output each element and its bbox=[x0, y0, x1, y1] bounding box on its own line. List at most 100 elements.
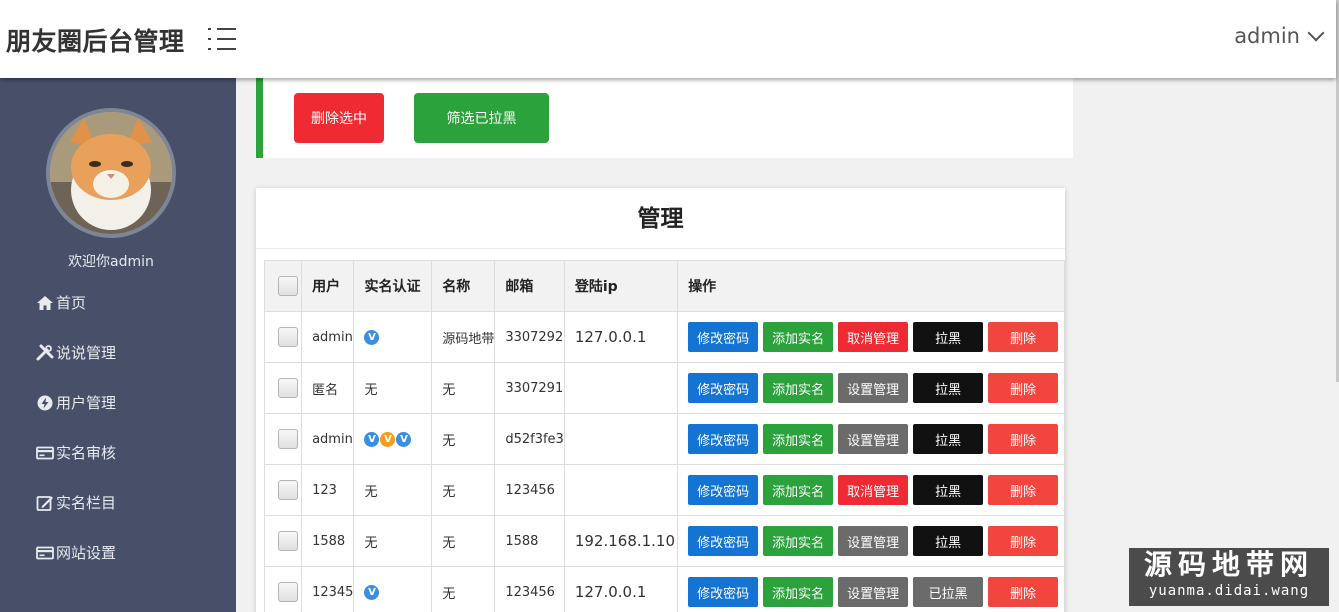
add-realname-button[interactable]: 添加实名 bbox=[763, 373, 834, 403]
admin-toggle-button[interactable]: 设置管理 bbox=[838, 424, 909, 454]
verified-badge-icon: V bbox=[380, 432, 396, 447]
tools-icon bbox=[36, 344, 54, 360]
user-cell: 1588 bbox=[301, 515, 355, 567]
cert-cell: 无 bbox=[353, 464, 433, 516]
email-cell: 123456 bbox=[494, 464, 565, 516]
row-checkbox[interactable] bbox=[278, 582, 298, 602]
menu-toggle-icon[interactable] bbox=[208, 27, 238, 51]
user-cell: admin bbox=[301, 413, 355, 465]
change-password-button[interactable]: 修改密码 bbox=[688, 373, 759, 403]
name-cell: 无 bbox=[431, 464, 496, 516]
table-header-row: 用户 实名认证 名称 邮箱 登陆ip 操作 bbox=[263, 260, 1065, 312]
cert-cell: 无 bbox=[353, 362, 433, 414]
column-header: 登陆ip bbox=[563, 260, 679, 312]
user-cell: 123 bbox=[301, 464, 355, 516]
chevron-down-icon bbox=[1307, 24, 1325, 41]
email-cell: 3307291 bbox=[494, 362, 565, 414]
select-cell bbox=[263, 311, 303, 363]
blacklist-button[interactable]: 拉黑 bbox=[913, 373, 984, 403]
change-password-button[interactable]: 修改密码 bbox=[688, 526, 759, 556]
table-row: 123 无无 123456 修改密码 添加实名 取消管理 拉黑 删除 bbox=[263, 464, 1065, 516]
column-header: 名称 bbox=[431, 260, 496, 312]
blacklist-button[interactable]: 拉黑 bbox=[913, 424, 984, 454]
ip-cell bbox=[563, 413, 679, 465]
blacklist-button[interactable]: 已拉黑 bbox=[913, 577, 984, 607]
delete-button[interactable]: 删除 bbox=[988, 373, 1059, 403]
blacklist-button[interactable]: 拉黑 bbox=[913, 475, 984, 505]
select-cell bbox=[263, 515, 303, 567]
admin-toggle-button[interactable]: 取消管理 bbox=[838, 322, 909, 352]
ip-cell: 192.168.1.10 bbox=[563, 515, 679, 567]
admin-toggle-button[interactable]: 取消管理 bbox=[838, 475, 909, 505]
delete-button[interactable]: 删除 bbox=[988, 577, 1059, 607]
cert-cell: V bbox=[353, 311, 433, 363]
change-password-button[interactable]: 修改密码 bbox=[688, 322, 759, 352]
action-panel: 删除选中 筛选已拉黑 bbox=[256, 78, 1073, 158]
admin-toggle-button[interactable]: 设置管理 bbox=[838, 373, 909, 403]
admin-toggle-button[interactable]: 设置管理 bbox=[838, 526, 909, 556]
row-checkbox[interactable] bbox=[278, 429, 298, 449]
sidebar-item-posts[interactable]: 说说管理 bbox=[36, 342, 116, 363]
verified-badge-icon: V bbox=[364, 330, 380, 345]
row-checkbox[interactable] bbox=[278, 327, 298, 347]
add-realname-button[interactable]: 添加实名 bbox=[763, 475, 834, 505]
sidebar-item-label: 说说管理 bbox=[56, 344, 117, 362]
table-row: admin V V V 无 d52f3fe3 修改密码 添加实名 设置管理 拉黑 删除 bbox=[263, 413, 1065, 465]
actions-cell: 修改密码 添加实名 设置管理 拉黑 删除 bbox=[677, 413, 1065, 465]
cert-text: 无 bbox=[364, 382, 378, 398]
card-icon bbox=[36, 446, 54, 459]
name-cell: 无 bbox=[431, 362, 496, 414]
column-header: 实名认证 bbox=[353, 260, 433, 312]
sidebar-item-site-settings[interactable]: 网站设置 bbox=[36, 542, 116, 563]
sidebar-item-label: 用户管理 bbox=[56, 394, 117, 412]
sidebar-item-label: 实名审核 bbox=[56, 444, 117, 462]
ip-cell bbox=[563, 362, 679, 414]
delete-button[interactable]: 删除 bbox=[988, 475, 1059, 505]
row-checkbox[interactable] bbox=[278, 378, 298, 398]
manage-card: 管理 用户 实名认证 名称 邮箱 登陆ip 操作 admin V 源码地带 33072… bbox=[256, 188, 1065, 612]
sidebar-item-verify-review[interactable]: 实名审核 bbox=[36, 442, 116, 463]
add-realname-button[interactable]: 添加实名 bbox=[763, 577, 834, 607]
select-all-checkbox[interactable] bbox=[278, 276, 298, 296]
change-password-button[interactable]: 修改密码 bbox=[688, 577, 759, 607]
change-password-button[interactable]: 修改密码 bbox=[688, 424, 759, 454]
name-cell: 无 bbox=[431, 515, 496, 567]
delete-button[interactable]: 删除 bbox=[988, 322, 1059, 352]
name-cell: 无 bbox=[431, 413, 496, 465]
verified-badge-icon: V bbox=[364, 432, 380, 447]
blacklist-button[interactable]: 拉黑 bbox=[913, 322, 984, 352]
delete-button[interactable]: 删除 bbox=[988, 526, 1059, 556]
sidebar-item-label: 网站设置 bbox=[56, 544, 117, 562]
user-cell: 12345 bbox=[301, 566, 355, 612]
add-realname-button[interactable]: 添加实名 bbox=[763, 322, 834, 352]
sidebar-item-home[interactable]: 首页 bbox=[36, 292, 86, 313]
blacklist-button[interactable]: 拉黑 bbox=[913, 526, 984, 556]
admin-toggle-button[interactable]: 设置管理 bbox=[838, 577, 909, 607]
user-menu[interactable]: admin bbox=[1234, 24, 1325, 48]
actions-cell: 修改密码 添加实名 设置管理 已拉黑 删除 bbox=[677, 566, 1065, 612]
add-realname-button[interactable]: 添加实名 bbox=[763, 424, 834, 454]
cert-text: 无 bbox=[364, 484, 378, 500]
row-checkbox[interactable] bbox=[278, 480, 298, 500]
sidebar-item-verify-column[interactable]: 实名栏目 bbox=[36, 492, 116, 513]
add-realname-button[interactable]: 添加实名 bbox=[763, 526, 834, 556]
delete-selected-button[interactable]: 删除选中 bbox=[294, 93, 384, 143]
name-cell: 无 bbox=[431, 566, 496, 612]
row-checkbox[interactable] bbox=[278, 531, 298, 551]
change-password-button[interactable]: 修改密码 bbox=[688, 475, 759, 505]
cert-cell: VVV bbox=[353, 413, 433, 465]
cert-cell: V bbox=[353, 566, 433, 612]
column-header: 用户 bbox=[301, 260, 355, 312]
filter-blacklisted-button[interactable]: 筛选已拉黑 bbox=[414, 93, 549, 143]
email-cell: d52f3fe3 bbox=[494, 413, 565, 465]
watermark-cn: 源码地带网 bbox=[1143, 548, 1314, 581]
cert-cell: 无 bbox=[353, 515, 433, 567]
delete-button[interactable]: 删除 bbox=[988, 424, 1059, 454]
avatar bbox=[46, 108, 176, 238]
user-table: 用户 实名认证 名称 邮箱 登陆ip 操作 admin V 源码地带 3307292 1… bbox=[263, 260, 1065, 612]
user-cell: admin bbox=[301, 311, 355, 363]
select-cell bbox=[263, 413, 303, 465]
ip-cell: 127.0.0.1 bbox=[563, 311, 679, 363]
sidebar-item-users[interactable]: 用户管理 bbox=[36, 392, 116, 413]
verified-badge-icon: V bbox=[396, 432, 412, 447]
